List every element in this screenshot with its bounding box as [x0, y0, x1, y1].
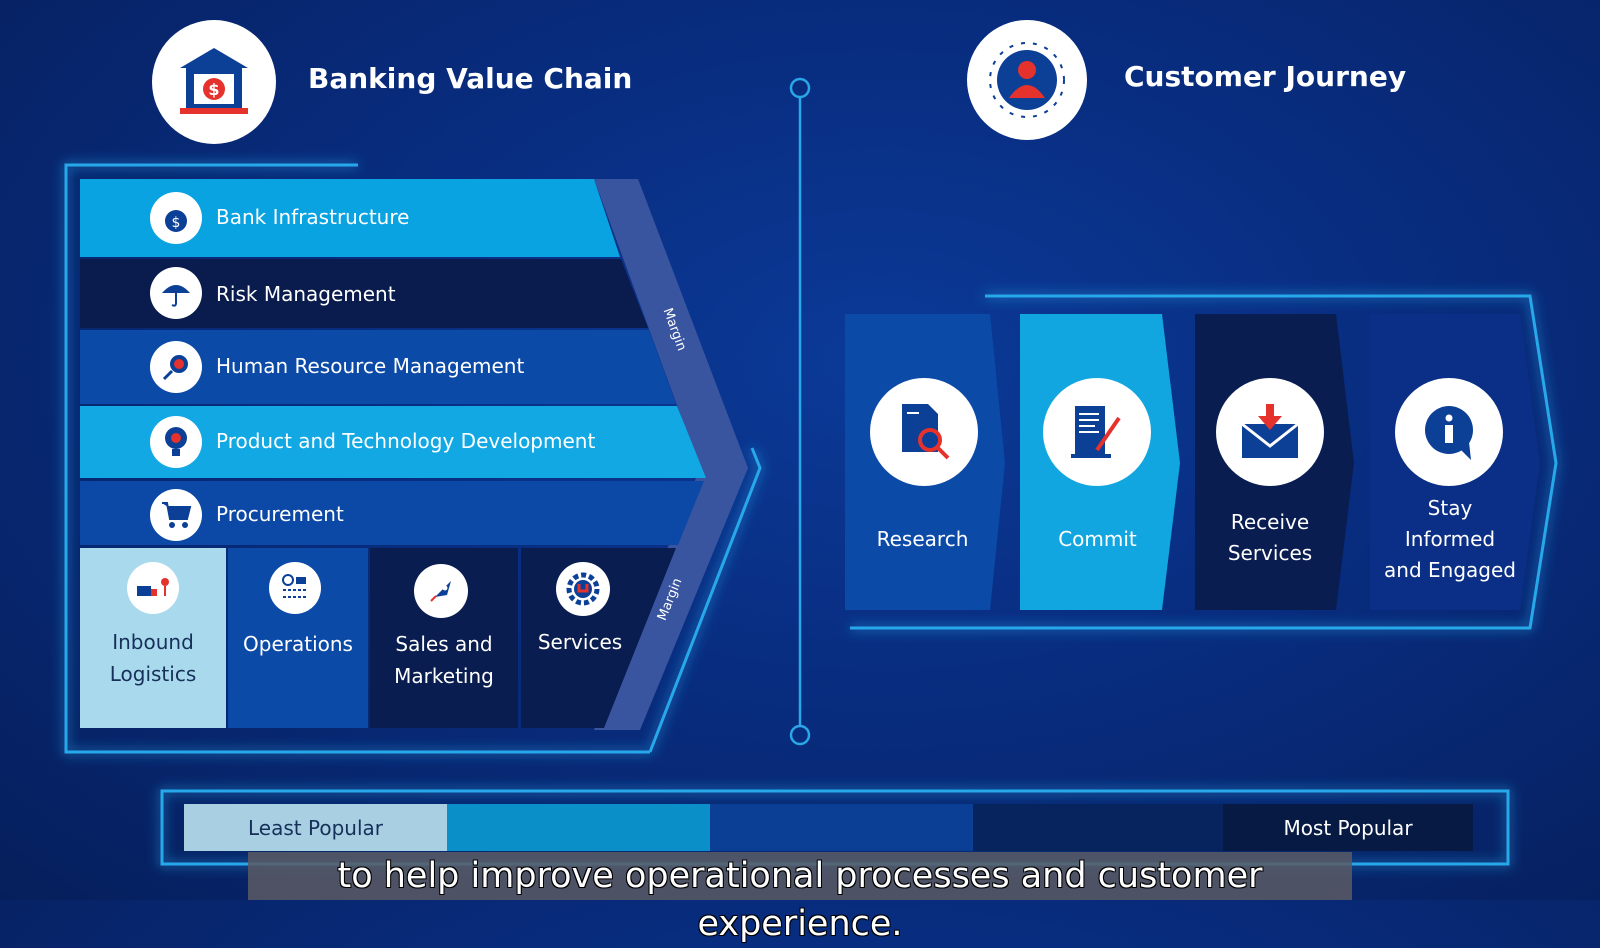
contract-sign-icon	[1043, 378, 1151, 486]
search-person-icon	[150, 341, 202, 393]
cart-icon	[150, 489, 202, 541]
row-label: Human Resource Management	[216, 354, 525, 378]
customer-journey-title: Customer Journey	[1124, 60, 1407, 93]
gear-wrench-icon	[556, 562, 610, 616]
umbrella-icon	[150, 267, 202, 319]
step-label-line3: and Engaged	[1384, 558, 1516, 582]
step-label-line2: Services	[1227, 541, 1313, 565]
workflow-icon	[269, 562, 321, 614]
row-label: Procurement	[216, 502, 344, 526]
step-label-line2: Informed	[1404, 527, 1496, 551]
row-label: Bank Infrastructure	[216, 205, 410, 229]
col-label-line1: Operations	[243, 632, 353, 656]
bank-icon: $	[152, 20, 276, 144]
rocket-icon	[414, 564, 468, 618]
person-icon	[967, 20, 1087, 140]
col-label-line2: Marketing	[394, 664, 494, 688]
row-label: Product and Technology Development	[216, 429, 596, 453]
step-label-line1: Receive	[1230, 510, 1310, 534]
info-chat-icon	[1395, 378, 1503, 486]
truck-icon	[127, 562, 179, 614]
document-search-icon	[870, 378, 978, 486]
svg-text:$: $	[172, 215, 181, 231]
dollar-bag-icon: $	[150, 192, 202, 244]
least-popular-label: Least Popular	[248, 816, 383, 840]
col-label-line2: Logistics	[109, 662, 197, 686]
row-label: Risk Management	[216, 282, 396, 306]
lightbulb-icon	[150, 416, 202, 468]
col-label-line1: Services	[537, 630, 623, 654]
step-label-line1: Commit	[1058, 527, 1137, 551]
col-label-line1: Inbound	[112, 630, 194, 654]
col-label-line1: Sales and	[395, 632, 493, 656]
step-label-line1: Stay	[1427, 496, 1473, 520]
most-popular-label: Most Popular	[1283, 816, 1413, 840]
envelope-download-icon	[1216, 378, 1324, 486]
svg-text:$: $	[208, 80, 219, 99]
step-label-line1: Research	[876, 527, 969, 551]
video-caption: to help improve operational processes an…	[248, 852, 1352, 944]
value-chain-title: Banking Value Chain	[308, 62, 633, 95]
